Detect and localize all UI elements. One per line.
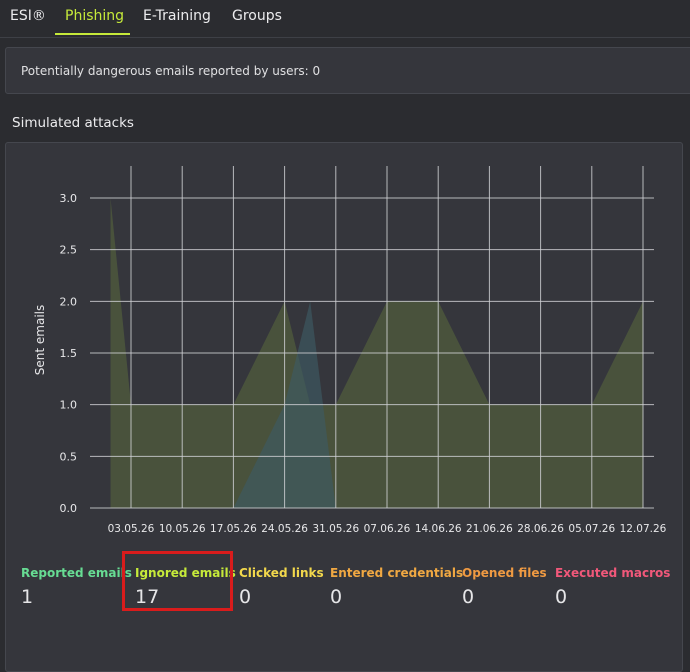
x-tick-label: 07.06.26 [364, 523, 411, 535]
x-tick-label: 31.05.26 [312, 523, 359, 535]
tab-e-training[interactable]: E-Training [143, 8, 211, 24]
y-tick-label: 1.5 [60, 347, 78, 360]
stat-label: Clicked links [239, 566, 324, 580]
stat-clicked-links: Clicked links 0 [239, 566, 324, 608]
y-tick-label: 0.5 [60, 450, 78, 463]
stat-entered-credentials: Entered credentials 0 [330, 566, 463, 608]
x-tick-label: 28.06.26 [517, 523, 564, 535]
stat-value: 0 [462, 586, 475, 608]
stat-label: Reported emails [21, 566, 132, 580]
y-tick-label: 3.0 [60, 192, 78, 205]
y-tick-label: 2.0 [60, 295, 78, 308]
x-tick-label: 24.05.26 [261, 523, 308, 535]
y-tick-label: 0.0 [60, 502, 78, 515]
y-tick-label: 1.0 [60, 399, 78, 412]
y-tick-label: 2.5 [60, 244, 78, 257]
stat-value: 0 [330, 586, 343, 608]
stat-value: 1 [21, 586, 34, 608]
stat-label: Opened files [462, 566, 547, 580]
tab-phishing[interactable]: Phishing [65, 8, 124, 24]
active-tab-indicator [55, 33, 130, 35]
section-title: Simulated attacks [12, 115, 134, 131]
x-tick-label: 05.07.26 [568, 523, 615, 535]
x-tick-label: 21.06.26 [466, 523, 513, 535]
stat-value: 0 [555, 586, 568, 608]
highlight-box [122, 551, 233, 611]
stat-value: 0 [239, 586, 252, 608]
x-tick-label: 10.05.26 [159, 523, 206, 535]
x-tick-label: 12.07.26 [620, 523, 667, 535]
reported-emails-info-text: Potentially dangerous emails reported by… [21, 64, 321, 78]
tab-groups[interactable]: Groups [232, 8, 282, 24]
tab-bar: ESI® Phishing E-Training Groups [0, 0, 690, 38]
stat-executed-macros: Executed macros 0 [555, 566, 670, 608]
x-tick-label: 14.06.26 [415, 523, 462, 535]
stat-reported-emails: Reported emails 1 [21, 566, 132, 608]
stat-opened-files: Opened files 0 [462, 566, 547, 608]
y-axis-label: Sent emails [33, 305, 47, 375]
x-tick-label: 03.05.26 [108, 523, 155, 535]
simulated-attacks-chart: 0.0 0.5 1.0 1.5 2.0 2.5 3.0 03.05.26 10.05.26 17.… [33, 166, 667, 535]
stat-label: Executed macros [555, 566, 671, 580]
reported-emails-info-box: Potentially dangerous emails reported by… [5, 47, 690, 94]
x-tick-label: 17.05.26 [210, 523, 257, 535]
stat-label: Entered credentials [330, 566, 464, 580]
tab-esi[interactable]: ESI® [10, 8, 46, 24]
